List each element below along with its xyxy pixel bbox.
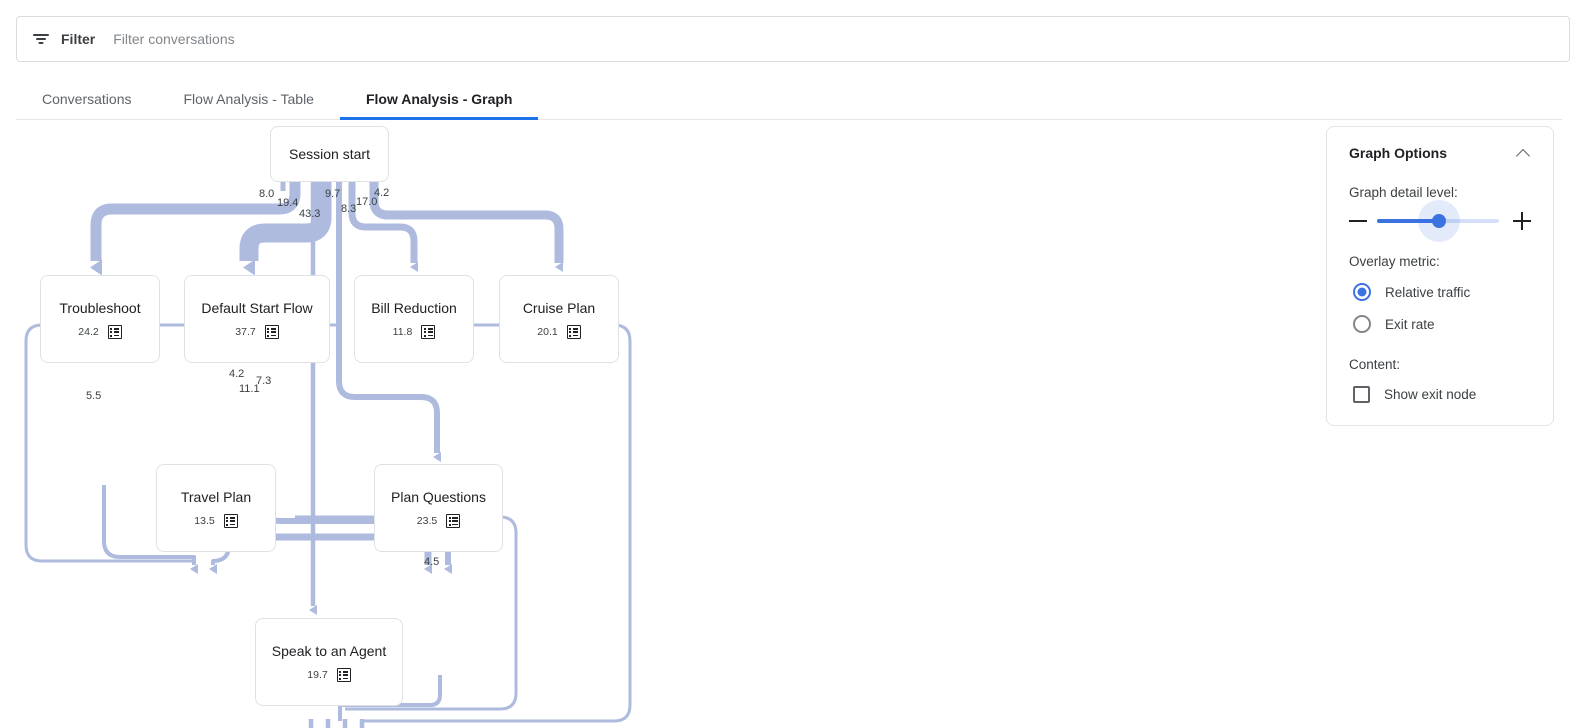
checkbox-label: Show exit node <box>1384 387 1476 402</box>
graph-node-speak-to-an-agent[interactable]: Speak to an Agent 19.7 <box>255 618 403 706</box>
list-icon[interactable] <box>337 668 351 682</box>
edge-label-9-7: 9.7 <box>325 189 340 200</box>
graph-node-cruise-plan[interactable]: Cruise Plan 20.1 <box>499 275 619 363</box>
node-label: Speak to an Agent <box>272 642 386 660</box>
node-label: Cruise Plan <box>523 299 595 317</box>
node-value: 20.1 <box>537 326 557 338</box>
flow-graph-canvas[interactable]: Session start Troubleshoot 24.2 Default … <box>0 121 1320 728</box>
radio-relative-traffic[interactable]: Relative traffic <box>1349 283 1531 301</box>
node-meta: 13.5 <box>194 514 237 528</box>
node-value: 19.7 <box>307 669 327 681</box>
graph-node-bill-reduction[interactable]: Bill Reduction 11.8 <box>354 275 474 363</box>
radio-exit-rate[interactable]: Exit rate <box>1349 315 1531 333</box>
node-value: 13.5 <box>194 515 214 527</box>
filter-bar: Filter <box>16 16 1570 62</box>
node-label: Travel Plan <box>181 488 251 506</box>
edge-label-8-3: 8.3 <box>341 204 356 215</box>
minus-icon[interactable] <box>1349 220 1367 222</box>
tab-conversations[interactable]: Conversations <box>16 78 158 119</box>
edge-label-5-5: 5.5 <box>86 391 101 402</box>
graph-node-troubleshoot[interactable]: Troubleshoot 24.2 <box>40 275 160 363</box>
node-meta: 23.5 <box>417 514 460 528</box>
list-icon[interactable] <box>108 325 122 339</box>
radio-icon-unchecked[interactable] <box>1353 315 1371 333</box>
edge-label-4-2-bottom: 4.2 <box>229 369 244 380</box>
node-meta: 37.7 <box>235 325 278 339</box>
edge-label-19-4: 19.4 <box>277 198 298 209</box>
graph-options-title: Graph Options <box>1349 145 1447 161</box>
graph-node-session-start[interactable]: Session start <box>270 126 389 182</box>
overlay-metric-label: Overlay metric: <box>1349 254 1531 269</box>
graph-detail-level-slider[interactable] <box>1377 219 1499 223</box>
tab-bar: Conversations Flow Analysis - Table Flow… <box>16 78 1562 120</box>
graph-detail-level-label: Graph detail level: <box>1349 185 1531 200</box>
node-value: 24.2 <box>78 326 98 338</box>
list-icon[interactable] <box>567 325 581 339</box>
graph-options-header: Graph Options <box>1349 145 1531 161</box>
radio-label: Exit rate <box>1385 317 1435 332</box>
node-meta: 24.2 <box>78 325 121 339</box>
radio-label: Relative traffic <box>1385 285 1470 300</box>
edge-label-43-3: 43.3 <box>299 209 320 220</box>
node-value: 23.5 <box>417 515 437 527</box>
node-label: Plan Questions <box>391 488 486 506</box>
node-label: Troubleshoot <box>59 299 140 317</box>
slider-thumb[interactable] <box>1432 214 1446 228</box>
filter-conversations-input[interactable] <box>111 17 1555 61</box>
edge-label-7-3: 7.3 <box>256 376 271 387</box>
node-value: 11.8 <box>393 326 413 338</box>
node-label: Bill Reduction <box>371 299 457 317</box>
graph-node-travel-plan[interactable]: Travel Plan 13.5 <box>156 464 276 552</box>
graph-detail-level-slider-row <box>1349 212 1531 230</box>
node-meta: 20.1 <box>537 325 580 339</box>
node-meta: 19.7 <box>307 668 350 682</box>
list-icon[interactable] <box>265 325 279 339</box>
filter-label: Filter <box>61 31 95 47</box>
node-meta: 11.8 <box>393 325 436 339</box>
tab-flow-analysis-graph[interactable]: Flow Analysis - Graph <box>340 78 539 119</box>
graph-node-plan-questions[interactable]: Plan Questions 23.5 <box>374 464 503 552</box>
checkbox-icon[interactable] <box>1353 386 1370 403</box>
radio-icon-checked[interactable] <box>1353 283 1371 301</box>
node-label: Default Start Flow <box>201 299 312 317</box>
edge-label-8-0: 8.0 <box>259 189 274 200</box>
node-value: 37.7 <box>235 326 255 338</box>
graph-options-panel: Graph Options Graph detail level: Overla… <box>1326 126 1554 426</box>
filter-icon <box>31 29 51 49</box>
graph-node-default-start-flow[interactable]: Default Start Flow 37.7 <box>184 275 330 363</box>
chevron-up-icon[interactable] <box>1517 146 1531 160</box>
tab-flow-analysis-table[interactable]: Flow Analysis - Table <box>158 78 340 119</box>
list-icon[interactable] <box>446 514 460 528</box>
node-label: Session start <box>289 145 370 163</box>
checkbox-show-exit-node[interactable]: Show exit node <box>1349 386 1531 403</box>
edge-label-4-5: 4.5 <box>424 557 439 568</box>
list-icon[interactable] <box>224 514 238 528</box>
list-icon[interactable] <box>421 325 435 339</box>
plus-icon[interactable] <box>1513 212 1531 230</box>
app-root: Filter Conversations Flow Analysis - Tab… <box>0 0 1586 728</box>
edge-label-4-2-top: 4.2 <box>374 188 389 199</box>
flow-graph-edges <box>0 121 1320 728</box>
content-label: Content: <box>1349 357 1531 372</box>
